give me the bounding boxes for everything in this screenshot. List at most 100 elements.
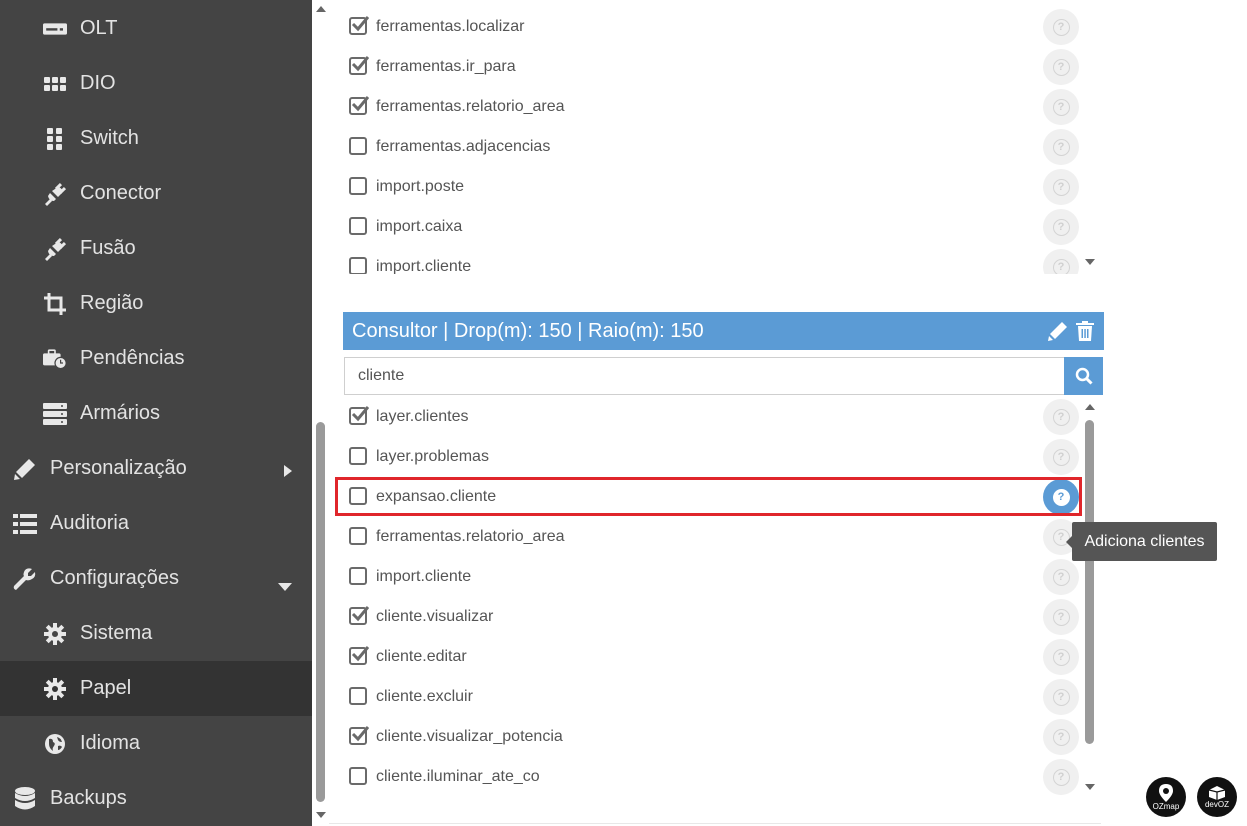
- sidebar-item-label: Armários: [80, 402, 161, 424]
- sidebar-item-configuracoes[interactable]: Configurações: [0, 551, 312, 606]
- permission-checkbox[interactable]: [349, 406, 370, 425]
- sidebar-item-armarios[interactable]: Armários: [0, 386, 312, 441]
- sidebar-item-label: Auditoria: [50, 512, 129, 534]
- page-scrollbar[interactable]: [312, 0, 329, 826]
- permission-checkbox[interactable]: [349, 137, 367, 155]
- permission-checkbox[interactable]: [349, 257, 367, 274]
- sidebar-item-label: Papel: [80, 677, 132, 699]
- list-item: ferramentas.adjacencias ?: [343, 127, 1083, 167]
- sidebar-item-backups[interactable]: Backups: [0, 771, 312, 826]
- scrollbar-thumb[interactable]: [1085, 420, 1094, 744]
- help-button[interactable]: ?: [1043, 169, 1079, 205]
- scroll-down-arrow[interactable]: [316, 812, 326, 818]
- scroll-up-arrow[interactable]: [316, 6, 326, 12]
- list-item: import.cliente ?: [343, 247, 1083, 274]
- search-button[interactable]: [1064, 357, 1103, 395]
- switch-icon: [43, 127, 67, 151]
- sidebar-item-dio[interactable]: DIO: [0, 56, 312, 111]
- permission-label: layer.problemas: [376, 448, 489, 465]
- list-item: import.poste ?: [343, 167, 1083, 207]
- search-input[interactable]: [344, 357, 1064, 395]
- help-button[interactable]: ?: [1043, 399, 1079, 435]
- delete-role-button[interactable]: [1076, 321, 1096, 341]
- help-button[interactable]: ?: [1043, 759, 1079, 795]
- sidebar-item-papel[interactable]: Papel: [0, 661, 312, 716]
- list-item: ferramentas.localizar ?: [343, 7, 1083, 47]
- list-item: cliente.visualizar_potencia ?: [343, 717, 1083, 757]
- help-button[interactable]: ?: [1043, 249, 1079, 274]
- permission-label: import.poste: [376, 178, 465, 195]
- question-icon: ?: [1052, 408, 1070, 426]
- sidebar-item-personalizacao[interactable]: Personalização: [0, 441, 312, 496]
- sidebar-item-sistema[interactable]: Sistema: [0, 606, 312, 661]
- scroll-up-arrow[interactable]: [1085, 404, 1095, 410]
- permission-checkbox[interactable]: [349, 606, 370, 625]
- scrollbar-thumb[interactable]: [316, 422, 325, 802]
- question-icon: ?: [1052, 688, 1070, 706]
- permission-checkbox[interactable]: [349, 687, 367, 705]
- list-icon: [13, 512, 37, 536]
- sidebar-item-label: Conector: [80, 182, 162, 204]
- help-button[interactable]: ?: [1043, 479, 1079, 515]
- permission-label: import.cliente: [376, 568, 472, 585]
- help-button[interactable]: ?: [1043, 719, 1079, 755]
- scroll-down-arrow[interactable]: [1085, 784, 1095, 790]
- olt-icon: [43, 17, 67, 41]
- scroll-down-arrow[interactable]: [1085, 259, 1095, 265]
- sidebar-item-label: Região: [80, 292, 144, 314]
- ozmap-logo[interactable]: OZmap: [1146, 777, 1186, 817]
- permission-label: ferramentas.adjacencias: [376, 138, 551, 155]
- permission-label: cliente.visualizar_potencia: [376, 728, 563, 745]
- top-list-scrollbar[interactable]: [1084, 0, 1096, 274]
- help-button[interactable]: ?: [1043, 559, 1079, 595]
- permission-label: expansao.cliente: [376, 488, 497, 505]
- sidebar-item-switch[interactable]: Switch: [0, 111, 312, 166]
- permission-checkbox[interactable]: [349, 527, 367, 545]
- question-icon: ?: [1052, 218, 1070, 236]
- question-icon: ?: [1052, 448, 1070, 466]
- question-icon: ?: [1052, 258, 1070, 274]
- permission-checkbox[interactable]: [349, 567, 367, 585]
- sidebar-item-regiao[interactable]: Região: [0, 276, 312, 331]
- question-icon: ?: [1052, 98, 1070, 116]
- sidebar-item-conector[interactable]: Conector: [0, 166, 312, 221]
- help-button[interactable]: ?: [1043, 129, 1079, 165]
- list-item: import.cliente ?: [343, 557, 1083, 597]
- list-item: layer.clientes ?: [343, 397, 1083, 437]
- role-list-scrollbar[interactable]: [1084, 397, 1096, 797]
- devoz-logo[interactable]: devOZ: [1197, 777, 1237, 817]
- help-button[interactable]: ?: [1043, 209, 1079, 245]
- sidebar-item-fusao[interactable]: Fusão: [0, 221, 312, 276]
- help-button[interactable]: ?: [1043, 89, 1079, 125]
- list-item: expansao.cliente ?: [343, 477, 1083, 517]
- permission-label: cliente.iluminar_ate_co: [376, 768, 540, 785]
- permission-checkbox[interactable]: [349, 217, 367, 235]
- permission-checkbox[interactable]: [349, 726, 370, 745]
- permission-checkbox[interactable]: [349, 447, 367, 465]
- permission-label: ferramentas.relatorio_area: [376, 98, 565, 115]
- sidebar-item-olt[interactable]: OLT: [0, 1, 312, 56]
- sidebar-item-pendencias[interactable]: Pendências: [0, 331, 312, 386]
- permission-checkbox[interactable]: [349, 16, 370, 35]
- permission-checkbox[interactable]: [349, 646, 370, 665]
- permission-checkbox[interactable]: [349, 487, 367, 505]
- map-pin-icon: [1159, 783, 1173, 802]
- help-button[interactable]: ?: [1043, 679, 1079, 715]
- permission-checkbox[interactable]: [349, 56, 370, 75]
- sidebar-item-label: Sistema: [80, 622, 153, 644]
- role-header: Consultor | Drop(m): 150 | Raio(m): 150: [343, 312, 1104, 350]
- sidebar-item-auditoria[interactable]: Auditoria: [0, 496, 312, 551]
- permission-checkbox[interactable]: [349, 767, 367, 785]
- question-icon: ?: [1052, 18, 1070, 36]
- help-button[interactable]: ?: [1043, 439, 1079, 475]
- help-button[interactable]: ?: [1043, 9, 1079, 45]
- help-button[interactable]: ?: [1043, 639, 1079, 675]
- edit-role-button[interactable]: [1048, 321, 1068, 341]
- sidebar-item-idioma[interactable]: Idioma: [0, 716, 312, 771]
- help-button[interactable]: ?: [1043, 599, 1079, 635]
- dio-icon: [43, 72, 67, 96]
- help-button[interactable]: ?: [1043, 49, 1079, 85]
- permission-label: layer.clientes: [376, 408, 469, 425]
- permission-checkbox[interactable]: [349, 177, 367, 195]
- permission-checkbox[interactable]: [349, 96, 370, 115]
